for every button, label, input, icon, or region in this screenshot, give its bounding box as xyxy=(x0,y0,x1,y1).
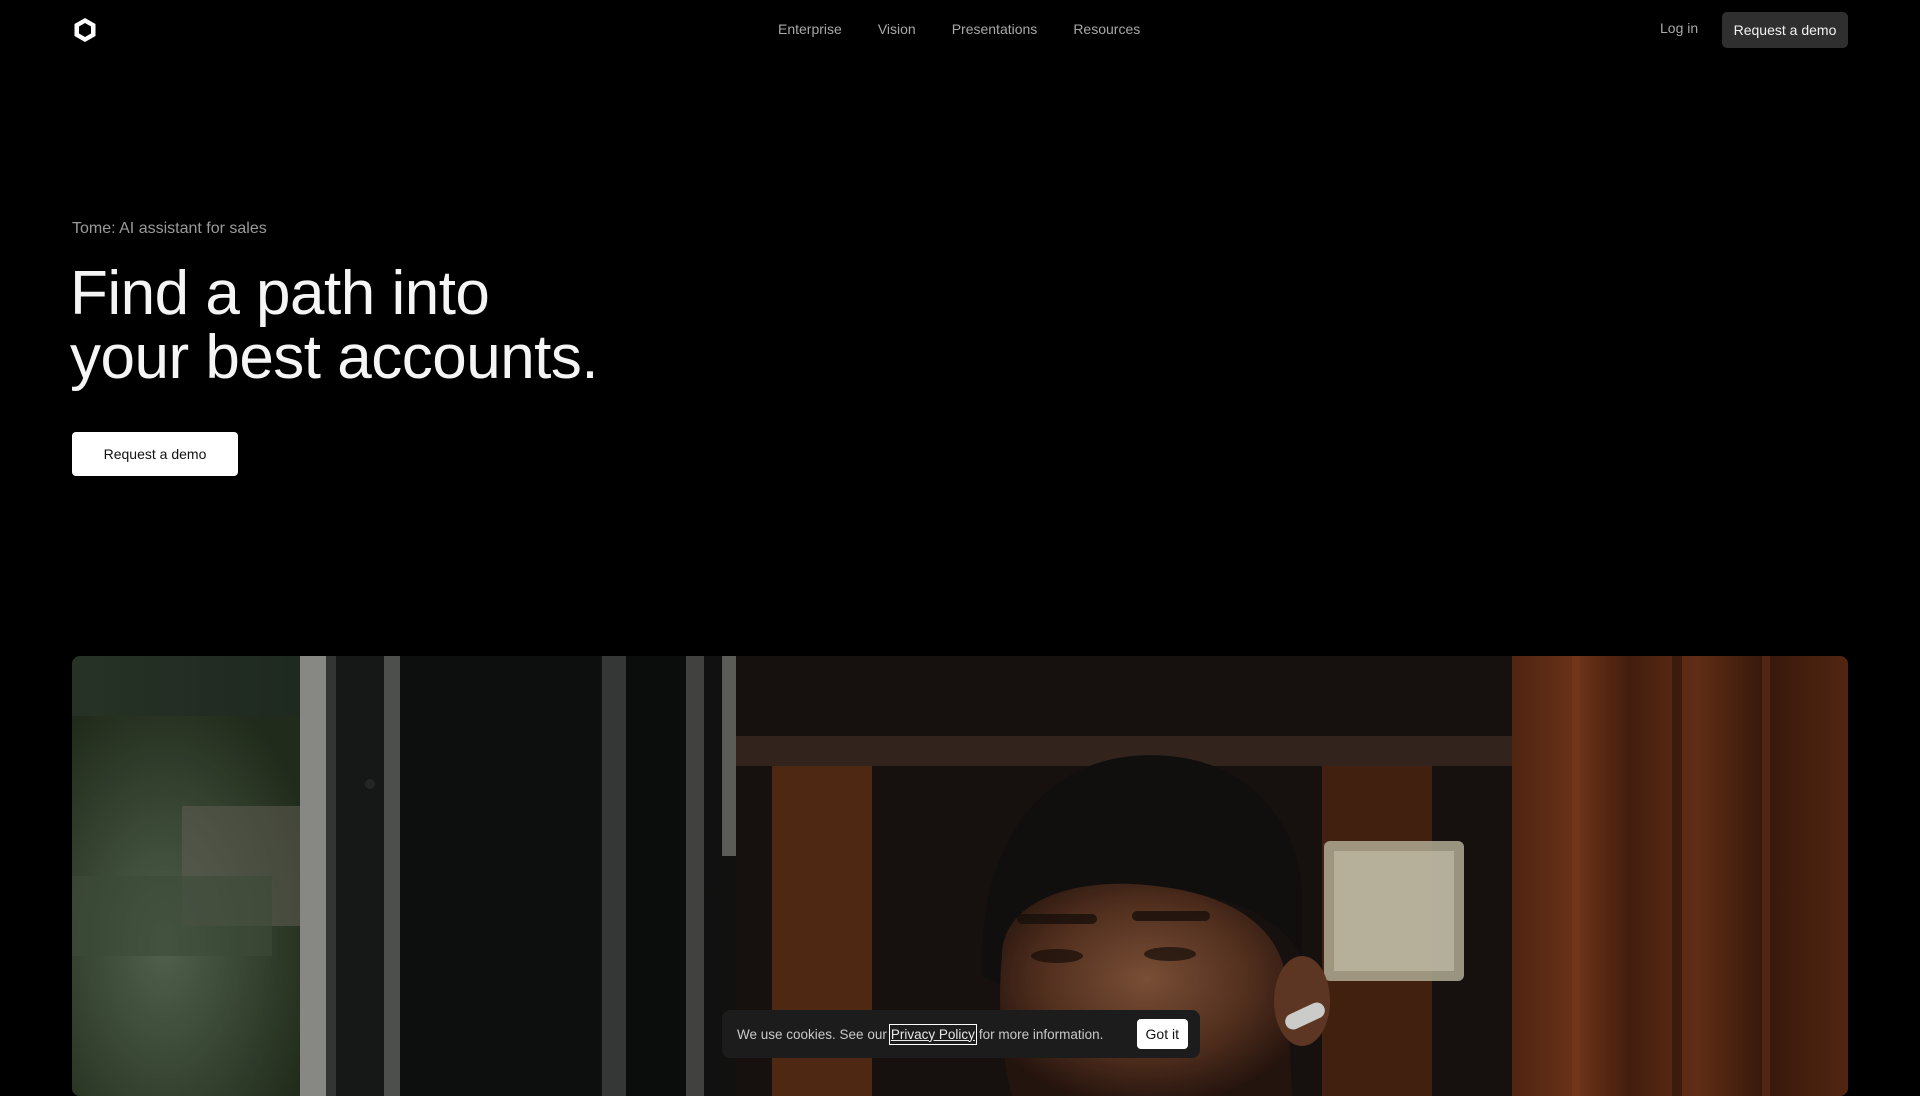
cookie-accept-button[interactable]: Got it xyxy=(1136,1019,1188,1049)
login-link[interactable]: Log in xyxy=(1660,20,1698,36)
top-navigation: Enterprise Vision Presentations Resource… xyxy=(0,0,1920,58)
nav-item-presentations[interactable]: Presentations xyxy=(952,21,1038,37)
cookie-text-after: for more information. xyxy=(978,1026,1104,1042)
hero-headline-line-2: your best accounts. xyxy=(70,323,599,392)
nav-item-resources[interactable]: Resources xyxy=(1073,21,1140,37)
hero-eyebrow: Tome: AI assistant for sales xyxy=(72,220,267,237)
request-demo-hero-button[interactable]: Request a demo xyxy=(72,432,238,476)
nav-item-vision[interactable]: Vision xyxy=(878,21,916,37)
hero-headline-line-1: Find a path into xyxy=(70,259,490,328)
nav-item-enterprise[interactable]: Enterprise xyxy=(778,21,842,37)
tome-logo-icon[interactable] xyxy=(72,17,98,43)
cookie-text-before: We use cookies. See our xyxy=(737,1026,887,1042)
privacy-policy-link[interactable]: Privacy Policy xyxy=(888,1023,977,1045)
hero-headline: Find a path into your best accounts. xyxy=(70,259,599,392)
request-demo-header-button[interactable]: Request a demo xyxy=(1722,12,1848,48)
main-nav: Enterprise Vision Presentations Resource… xyxy=(778,0,1140,58)
cookie-banner: We use cookies. See our Privacy Policy f… xyxy=(722,1010,1200,1058)
